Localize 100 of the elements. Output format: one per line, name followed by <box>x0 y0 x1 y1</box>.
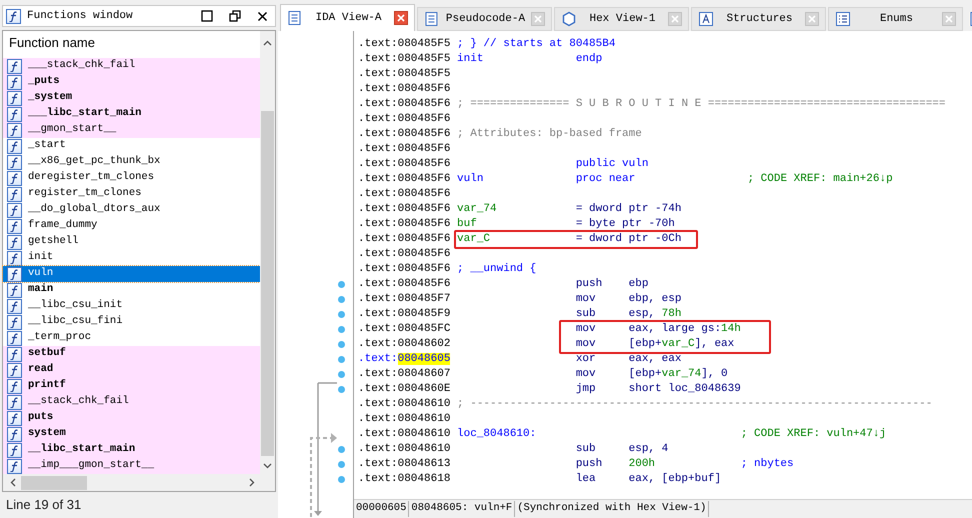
function-icon <box>7 234 22 250</box>
address[interactable]: .text:080485F6 <box>358 248 450 260</box>
function-row[interactable]: _puts <box>3 74 260 90</box>
instruction-mnemonic: mov <box>576 323 596 336</box>
function-row[interactable]: vuln <box>3 266 260 282</box>
address[interactable]: .text:080485F6 <box>358 188 450 200</box>
function-icon <box>7 442 22 458</box>
close-icon[interactable] <box>257 10 268 22</box>
address[interactable]: .text:08048607 <box>358 368 450 380</box>
function-name: __libc_csu_fini <box>28 314 123 330</box>
maximize-icon[interactable] <box>201 10 213 22</box>
address[interactable]: .text:08048610 <box>358 443 450 456</box>
address[interactable]: .text:08048610 <box>358 413 450 426</box>
function-row[interactable]: __libc_start_main <box>3 442 260 458</box>
view-tab[interactable]: IDA View-A <box>280 4 415 31</box>
function-row[interactable]: __stack_chk_fail <box>3 394 260 410</box>
address[interactable]: .text:080485F6 <box>358 278 450 290</box>
address[interactable]: .text:080485F6 <box>358 158 450 170</box>
instruction-operands: ebp, esp <box>628 293 682 306</box>
function-row[interactable]: main <box>3 282 260 298</box>
instruction-mnemonic: sub <box>576 443 596 456</box>
address[interactable]: .text:080485F5 <box>358 38 450 50</box>
address[interactable]: .text:080485F9 <box>358 308 450 320</box>
listing-label[interactable]: buf <box>457 218 477 230</box>
instruction-mnemonic: push <box>576 278 602 290</box>
function-name: __libc_csu_init <box>28 298 123 314</box>
function-row[interactable]: ___stack_chk_fail <box>3 58 260 74</box>
address[interactable]: .text:080485F6 <box>358 98 450 110</box>
listing-comment: ; Attributes: bp-based frame <box>457 127 642 142</box>
function-row[interactable]: init <box>3 250 260 266</box>
address[interactable]: .text:08048618 <box>358 473 450 486</box>
instruction-mnemonic: endp <box>576 53 602 66</box>
scrollbar-thumb[interactable] <box>21 476 87 490</box>
view-tab[interactable]: Hex View-1 <box>554 7 689 31</box>
instruction-mnemonic: jmp <box>576 383 596 396</box>
function-name: __do_global_dtors_aux <box>28 202 160 218</box>
instruction-operands: eax, [ebp+buf] <box>628 473 722 486</box>
vertical-scrollbar[interactable] <box>260 31 275 474</box>
address[interactable]: .text:080485F6 <box>358 128 450 140</box>
function-name: __libc_start_main <box>28 442 136 458</box>
address[interactable]: .text:080485F6 <box>358 173 450 186</box>
function-row[interactable]: puts <box>3 410 260 426</box>
address[interactable]: .text:080485F6 <box>358 143 450 156</box>
restore-icon[interactable] <box>229 10 241 22</box>
function-icon <box>7 250 22 266</box>
tab-label: Hex View-1 <box>588 12 656 27</box>
listing-label[interactable]: init <box>457 53 484 66</box>
address[interactable]: .text:0804860E <box>358 383 450 396</box>
listing-comment: ; ---------------------------------------------------------------------- <box>457 397 932 412</box>
address[interactable]: .text:080485F6 <box>358 113 450 126</box>
address[interactable]: .text:08048613 <box>358 458 450 470</box>
address[interactable]: .text:08048610 <box>358 428 450 440</box>
function-row[interactable]: __imp___gmon_start__ <box>3 458 260 474</box>
address[interactable]: .text:080485F6 <box>358 233 450 246</box>
instruction-operands: eax, large gs:14h <box>628 323 741 336</box>
address[interactable]: .text:080485F6 <box>358 83 450 96</box>
address[interactable]: .text:080485FC <box>358 323 450 336</box>
function-row[interactable]: __gmon_start__ <box>3 122 260 138</box>
function-name: _system <box>28 90 72 106</box>
address[interactable]: .text:080485F6 <box>358 203 450 216</box>
horizontal-scrollbar[interactable] <box>3 474 275 491</box>
instruction-operands: esp, 78h <box>628 308 682 320</box>
address[interactable]: .text:080485F6 <box>358 263 450 276</box>
column-header[interactable]: Function name <box>9 32 95 52</box>
function-icon <box>7 138 22 154</box>
function-row[interactable]: ___libc_start_main <box>3 106 260 122</box>
instruction-mnemonic: xor <box>576 353 596 366</box>
line-count-status: Line 19 of 31 <box>6 496 82 514</box>
function-row[interactable]: read <box>3 362 260 378</box>
function-icon <box>7 58 22 74</box>
function-name: getshell <box>28 234 78 250</box>
listing-label[interactable]: loc_8048610: <box>457 428 536 440</box>
view-tab[interactable]: Pseudocode-A <box>417 7 552 31</box>
listing-comment: ; =============== S U B R O U T I N E ==================================== <box>457 97 946 112</box>
function-icon <box>7 426 22 442</box>
function-icon <box>7 282 22 298</box>
function-row[interactable]: printf <box>3 378 260 394</box>
function-icon <box>7 298 22 314</box>
view-tab[interactable]: Enums <box>828 7 963 31</box>
listing-comment: ; } // starts at 80485B4 <box>457 37 616 52</box>
function-name: _puts <box>28 74 60 90</box>
instruction-mnemonic: mov <box>576 368 596 380</box>
function-row[interactable]: _system <box>3 90 260 106</box>
function-row[interactable]: setbuf <box>3 346 260 362</box>
function-row[interactable]: system <box>3 426 260 442</box>
scrollbar-thumb[interactable] <box>261 111 274 456</box>
address[interactable]: .text:080485F6 <box>358 218 450 230</box>
listing-label[interactable]: var_C <box>457 233 490 246</box>
tab-label: Structures <box>725 12 794 27</box>
address[interactable]: .text:080485F5 <box>358 68 450 80</box>
address[interactable]: .text:08048610 <box>358 398 450 410</box>
address[interactable]: .text:080485F7 <box>358 293 450 306</box>
listing-label[interactable]: var_74 <box>457 203 497 216</box>
address[interactable]: .text:08048602 <box>358 338 450 350</box>
address[interactable]: .text:080485F5 <box>358 53 450 66</box>
document-icon <box>424 11 440 27</box>
listing-label[interactable]: vuln <box>457 173 484 186</box>
instruction-mnemonic: push <box>576 458 602 470</box>
view-tab[interactable]: Structures <box>691 7 826 31</box>
instruction-mnemonic: mov <box>576 293 596 306</box>
